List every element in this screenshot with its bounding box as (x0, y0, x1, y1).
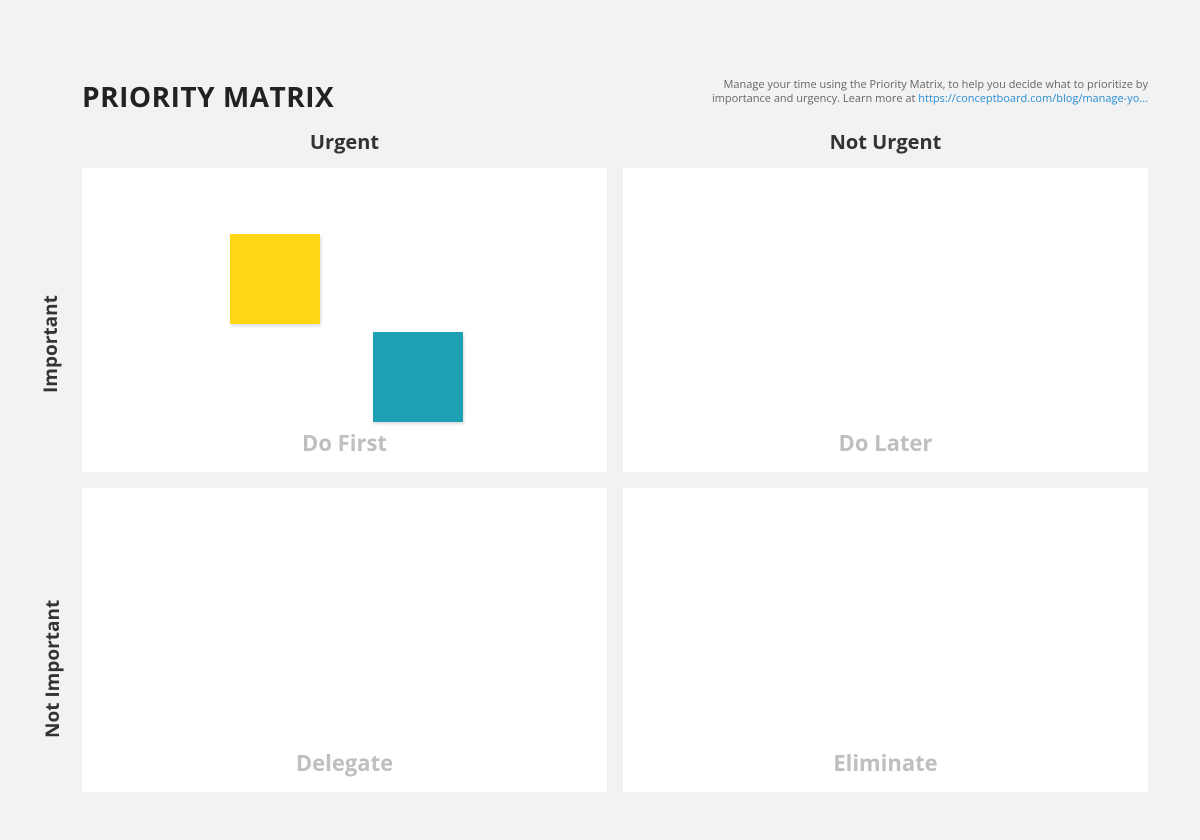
column-header-urgent: Urgent (82, 128, 607, 155)
sticky-note-teal[interactable] (373, 332, 463, 422)
page-title: PRIORITY MATRIX (82, 78, 334, 116)
priority-matrix-grid: Do First Do Later Delegate Eliminate (82, 168, 1148, 792)
quadrant-do-later[interactable]: Do Later (623, 168, 1148, 472)
quadrant-do-first[interactable]: Do First (82, 168, 607, 472)
sticky-note-yellow[interactable] (230, 234, 320, 324)
learn-more-link[interactable]: https://conceptboard.com/blog/manage-yo.… (918, 91, 1148, 106)
quadrant-label: Eliminate (623, 748, 1148, 778)
quadrant-eliminate[interactable]: Eliminate (623, 488, 1148, 792)
column-header-not-urgent: Not Urgent (623, 128, 1148, 155)
description-text: Manage your time using the Priority Matr… (698, 78, 1148, 107)
quadrant-label: Do First (82, 428, 607, 458)
quadrant-label: Do Later (623, 428, 1148, 458)
quadrant-label: Delegate (82, 748, 607, 778)
quadrant-delegate[interactable]: Delegate (82, 488, 607, 792)
row-header-not-important: Not Important (39, 578, 65, 738)
row-header-important: Important (37, 273, 63, 393)
